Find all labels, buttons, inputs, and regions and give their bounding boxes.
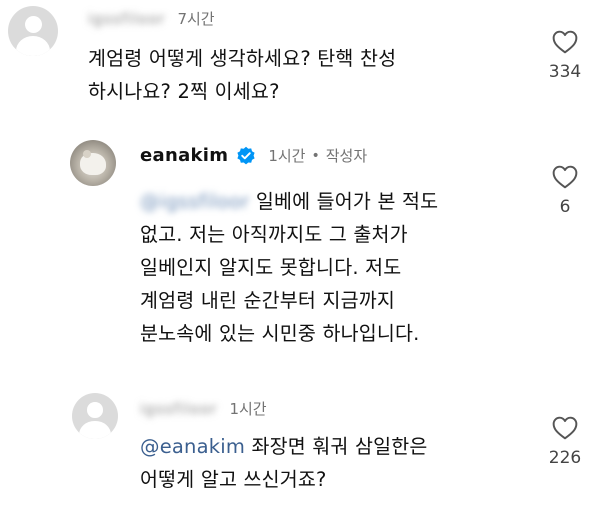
avatar[interactable] — [72, 393, 118, 439]
like-button[interactable]: 226 — [530, 416, 600, 468]
like-count: 6 — [559, 197, 571, 217]
comment-line: 어떻게 알고 쓰신거죠? — [140, 468, 327, 491]
comment-line: 분노속에 있는 시민중 하나입니다. — [140, 322, 420, 345]
comment-line: 없고. 저는 아직까지도 그 출처가 — [140, 223, 408, 246]
avatar[interactable] — [8, 6, 58, 56]
username[interactable]: igssfiloor — [88, 10, 165, 28]
comment-line: @igssfiloor 일베에 들어가 본 적도 — [140, 185, 438, 218]
comment-2: eanakim 1시간 • 작성자 @igssfiloor 일베에 들어가 본 … — [0, 125, 600, 380]
comment-meta: igssfiloor 1시간 — [140, 398, 267, 419]
like-count: 226 — [548, 448, 582, 468]
heart-icon[interactable] — [552, 30, 578, 54]
heart-icon[interactable] — [552, 416, 578, 440]
comment-text: @eanakim 좌장면 훠궈 삼일한은 어떻게 알고 쓰신거죠? — [140, 430, 428, 496]
comment-meta: eanakim 1시간 • 작성자 — [140, 145, 367, 166]
username[interactable]: eanakim — [140, 145, 228, 166]
username[interactable]: igssfiloor — [140, 400, 217, 418]
mention-link[interactable]: @eanakim — [140, 435, 245, 458]
timestamp: 1시간 — [229, 400, 267, 418]
comment-line: 일베인지 알지도 못합니다. 저도 — [140, 256, 402, 279]
comment-text: 계엄령 어떻게 생각하세요? 탄핵 찬성 하시나요? 2찍 이세요? — [88, 42, 396, 108]
timestamp: 1시간 — [268, 147, 306, 165]
comment-line-text: 일베에 들어가 본 적도 — [255, 190, 439, 213]
comment-line: 하시나요? 2찍 이세요? — [88, 80, 280, 103]
verified-badge-icon — [237, 146, 255, 164]
mention-link[interactable]: @igssfiloor — [140, 185, 249, 218]
comment-line: 계엄령 내린 순간부터 지금까지 — [140, 289, 396, 312]
like-button[interactable]: 6 — [530, 165, 600, 217]
comment-text: @igssfiloor 일베에 들어가 본 적도 없고. 저는 아직까지도 그 … — [140, 185, 438, 350]
comment-line: @eanakim 좌장면 훠궈 삼일한은 — [140, 430, 428, 463]
comment-3: igssfiloor 1시간 @eanakim 좌장면 훠궈 삼일한은 어떻게 … — [0, 380, 600, 512]
timestamp: 7시간 — [177, 10, 215, 28]
like-button[interactable]: 334 — [530, 30, 600, 82]
comment-meta: igssfiloor 7시간 — [88, 8, 215, 29]
author-tag: 작성자 — [325, 147, 368, 165]
comment-line: 계엄령 어떻게 생각하세요? 탄핵 찬성 — [88, 47, 397, 70]
comment-1: igssfiloor 7시간 계엄령 어떻게 생각하세요? 탄핵 찬성 하시나요… — [0, 0, 600, 125]
comment-line-text: 좌장면 훠궈 삼일한은 — [245, 435, 428, 458]
separator-dot: • — [311, 147, 320, 164]
avatar[interactable] — [70, 140, 116, 186]
like-count: 334 — [548, 62, 582, 82]
heart-icon[interactable] — [552, 165, 578, 189]
